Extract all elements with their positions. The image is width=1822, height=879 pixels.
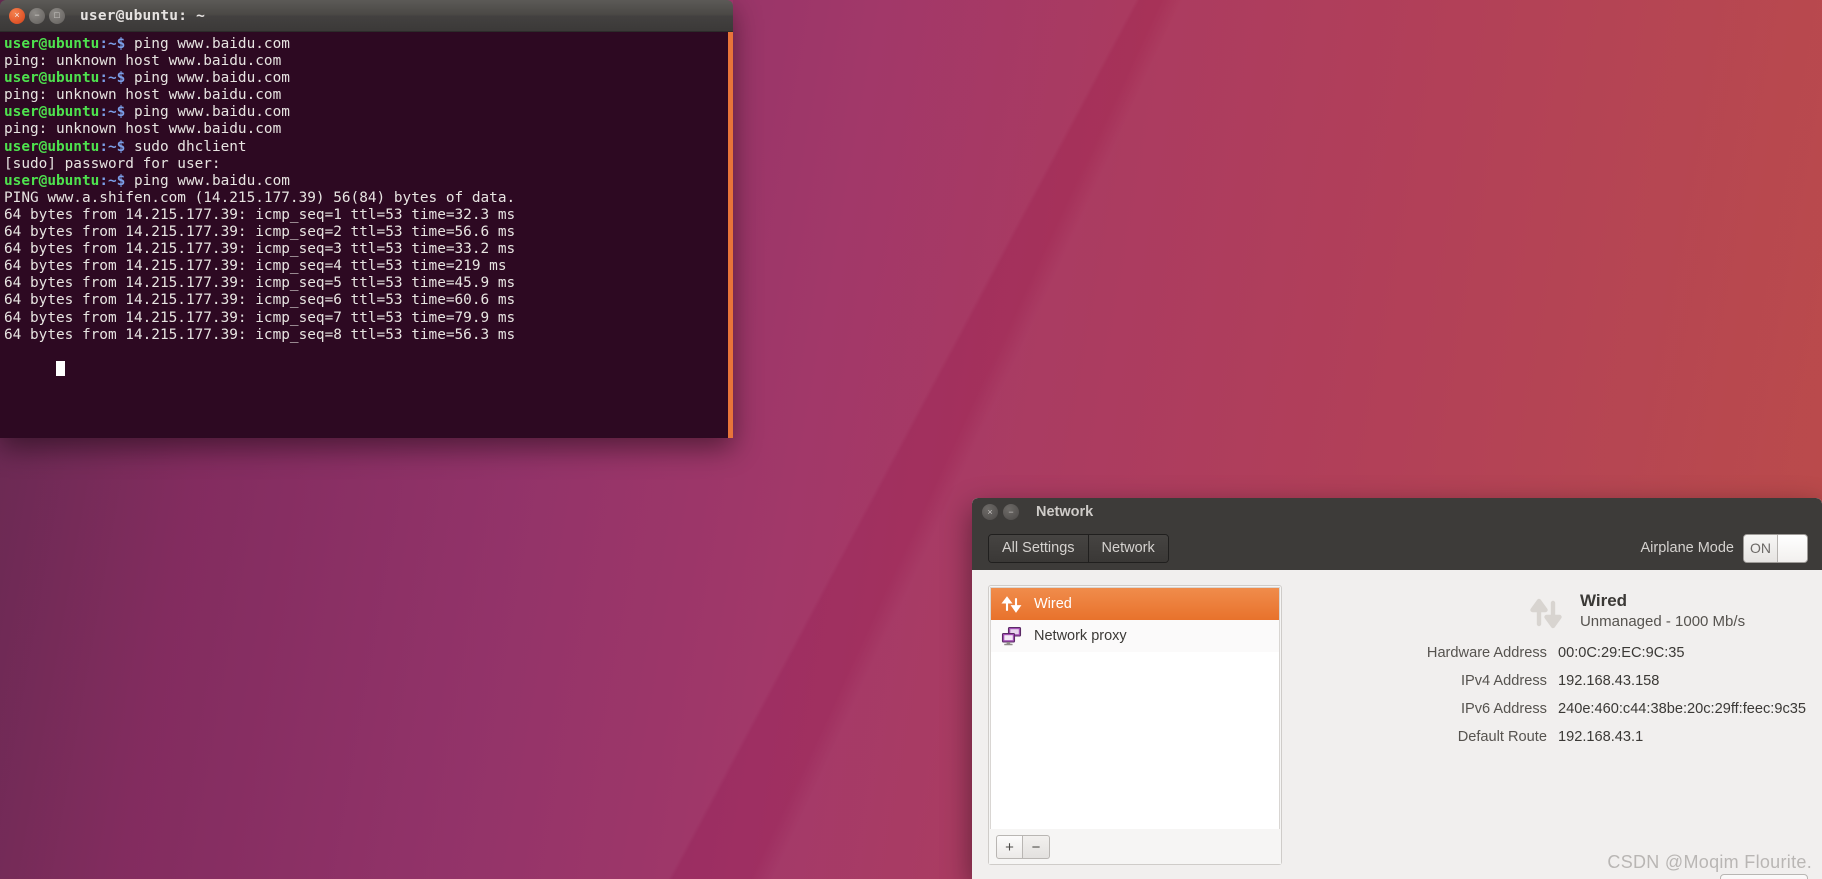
detail-row-ipv4-address: IPv4 Address 192.168.43.158 xyxy=(1300,673,1806,689)
terminal-output-line: ping: unknown host www.baidu.com xyxy=(4,121,282,138)
terminal-output-line: 64 bytes from 14.215.177.39: icmp_seq=1 … xyxy=(4,206,516,223)
detail-label: IPv6 Address xyxy=(1460,701,1547,717)
terminal-prompt-line: user@ubuntu:~$ ping www.baidu.com xyxy=(2,173,733,190)
terminal-prompt-user: user@ubuntu xyxy=(4,36,100,52)
network-titlebar[interactable]: × − Network xyxy=(972,498,1822,526)
terminal-prompt-user: user@ubuntu xyxy=(4,172,100,189)
terminal-cursor-line xyxy=(2,344,733,396)
detail-value: 192.168.43.1 xyxy=(1557,729,1644,745)
airplane-mode-state: ON xyxy=(1744,534,1777,562)
terminal-output-line: ping: unknown host www.baidu.com xyxy=(4,87,282,104)
terminal-output-line: 64 bytes from 14.215.177.39: icmp_seq=6 … xyxy=(4,292,516,309)
detail-row-ipv6-address: IPv6 Address 240e:460:c44:38be:20c:29ff:… xyxy=(1300,701,1806,717)
terminal-prompt-user: user@ubuntu xyxy=(4,70,100,87)
terminal-prompt-path: :~$ xyxy=(99,104,134,121)
terminal-command: ping www.baidu.com xyxy=(133,104,290,121)
terminal-prompt-user: user@ubuntu xyxy=(4,104,100,121)
detail-value: 192.168.43.158 xyxy=(1557,673,1660,689)
device-actions: + − xyxy=(989,830,1281,864)
network-toolbar: All Settings Network Airplane Mode ON xyxy=(972,526,1822,570)
terminal-maximize-icon[interactable]: □ xyxy=(49,7,65,24)
detail-label: IPv4 Address xyxy=(1460,673,1547,689)
terminal-prompt-line: user@ubuntu:~$ ping www.baidu.com xyxy=(2,70,733,87)
terminal-cursor xyxy=(55,360,65,376)
detail-label: Default Route xyxy=(1457,729,1547,745)
detail-row-default-route: Default Route 192.168.43.1 xyxy=(1300,729,1806,745)
terminal-output-line: 64 bytes from 14.215.177.39: icmp_seq=4 … xyxy=(4,258,507,275)
detail-row-hardware-address: Hardware Address 00:0C:29:EC:9C:35 xyxy=(1300,645,1806,661)
detail-label: Hardware Address xyxy=(1426,645,1547,661)
terminal-title: user@ubuntu: ~ xyxy=(80,7,206,24)
terminal-output: user@ubuntu:~$ ping www.baidu.com ping: u… xyxy=(2,36,733,344)
network-window-title: Network xyxy=(1036,504,1094,520)
terminal-prompt-line: user@ubuntu:~$ ping www.baidu.com xyxy=(2,36,733,53)
tab-network[interactable]: Network xyxy=(1088,534,1168,562)
terminal-titlebar[interactable]: × − □ user@ubuntu: ~ xyxy=(0,0,733,32)
terminal-output-line: 64 bytes from 14.215.177.39: icmp_seq=2 … xyxy=(4,224,516,241)
terminal-close-icon[interactable]: × xyxy=(9,7,25,24)
network-content: Wired Network proxy + − Wired Unmanaged … xyxy=(972,570,1822,879)
terminal-output-line: 64 bytes from 14.215.177.39: icmp_seq=7 … xyxy=(4,309,516,326)
airplane-mode-label: Airplane Mode xyxy=(1640,540,1735,556)
terminal-minimize-icon[interactable]: − xyxy=(29,7,45,24)
device-detail-status: Unmanaged - 1000 Mb/s xyxy=(1579,612,1746,630)
airplane-mode-control[interactable]: Airplane Mode ON xyxy=(1640,533,1808,563)
network-minimize-icon[interactable]: − xyxy=(1003,504,1019,520)
device-panel: Wired Network proxy + − xyxy=(988,585,1282,865)
device-detail-name: Wired xyxy=(1579,591,1628,610)
network-close-icon[interactable]: × xyxy=(982,504,998,520)
terminal-command: sudo dhclient xyxy=(133,138,247,155)
airplane-mode-toggle[interactable]: ON xyxy=(1743,533,1808,563)
network-settings-window[interactable]: × − Network All Settings Network Airplan… xyxy=(972,498,1822,879)
device-detail-titles: Wired Unmanaged - 1000 Mb/s xyxy=(1580,591,1745,630)
terminal-output-line: 64 bytes from 14.215.177.39: icmp_seq=3 … xyxy=(4,241,516,258)
terminal-window[interactable]: × − □ user@ubuntu: ~ user@ubuntu:~$ ping… xyxy=(0,0,733,438)
device-detail-header: Wired Unmanaged - 1000 Mb/s xyxy=(1300,591,1806,633)
terminal-output-line: [sudo] password for user: xyxy=(4,155,221,172)
terminal-output-line: ping: unknown host www.baidu.com xyxy=(4,53,282,70)
proxy-icon xyxy=(1001,626,1023,646)
add-device-button[interactable]: + xyxy=(996,835,1023,859)
device-list-item-network-proxy[interactable]: Network proxy xyxy=(991,620,1279,652)
terminal-command: ping www.baidu.com xyxy=(133,70,290,87)
terminal-output-line: 64 bytes from 14.215.177.39: icmp_seq=8 … xyxy=(4,326,516,343)
device-list[interactable]: Wired Network proxy xyxy=(990,587,1280,829)
airplane-mode-knob[interactable] xyxy=(1777,534,1807,562)
terminal-prompt-path: :~$ xyxy=(99,70,134,87)
terminal-prompt-path: :~$ xyxy=(99,138,134,155)
device-detail-panel: Wired Unmanaged - 1000 Mb/s Hardware Add… xyxy=(1282,585,1808,879)
terminal-prompt-line: user@ubuntu:~$ sudo dhclient xyxy=(2,139,733,156)
detail-value: 00:0C:29:EC:9C:35 xyxy=(1557,645,1685,661)
terminal-prompt-line: user@ubuntu:~$ ping www.baidu.com xyxy=(2,104,733,121)
terminal-scrollbar[interactable] xyxy=(728,32,733,438)
terminal-body[interactable]: user@ubuntu:~$ ping www.baidu.com ping: u… xyxy=(0,32,733,438)
remove-device-button[interactable]: − xyxy=(1023,835,1050,859)
updown-arrows-icon xyxy=(1001,594,1023,614)
device-list-item-label: Network proxy xyxy=(1034,628,1127,644)
terminal-prompt-path: :~$ xyxy=(99,36,134,52)
tab-all-settings[interactable]: All Settings xyxy=(989,534,1089,562)
terminal-output-line: 64 bytes from 14.215.177.39: icmp_seq=5 … xyxy=(4,275,516,292)
terminal-command: ping www.baidu.com xyxy=(133,172,290,189)
terminal-output-line: PING www.a.shifen.com (14.215.177.39) 56… xyxy=(4,189,516,206)
terminal-command: ping www.baidu.com xyxy=(133,36,290,52)
detail-value: 240e:460:c44:38be:20c:29ff:feec:9c35 xyxy=(1557,701,1806,717)
device-list-item-label: Wired xyxy=(1034,596,1072,612)
device-list-item-wired[interactable]: Wired xyxy=(991,588,1279,620)
terminal-prompt-user: user@ubuntu xyxy=(4,138,100,155)
options-button[interactable]: Options... xyxy=(1719,874,1808,879)
wired-updown-arrows-icon xyxy=(1526,593,1566,633)
settings-tab-group[interactable]: All Settings Network xyxy=(988,533,1169,563)
terminal-prompt-path: :~$ xyxy=(99,172,134,189)
